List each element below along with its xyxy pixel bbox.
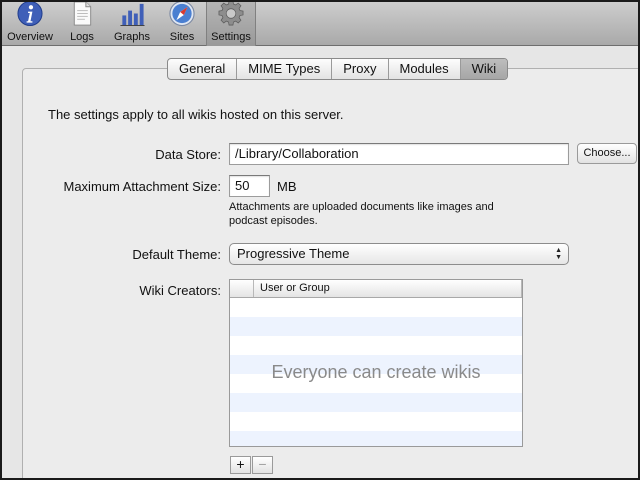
data-store-label: Data Store: <box>155 147 221 162</box>
default-theme-popup[interactable]: Progressive Theme ▲ ▼ <box>229 243 569 265</box>
toolbar-item-settings[interactable]: Settings <box>206 0 256 46</box>
toolbar-label: Settings <box>211 31 251 43</box>
tab-modules[interactable]: Modules <box>389 59 461 79</box>
toolbar-label: Graphs <box>113 31 151 43</box>
tab-mime-types[interactable]: MIME Types <box>237 59 333 79</box>
add-creator-button[interactable]: + <box>230 456 251 474</box>
default-theme-value: Progressive Theme <box>237 246 350 261</box>
document-icon <box>73 1 92 26</box>
toolbar-label: Overview <box>7 31 53 43</box>
table-row <box>230 431 522 446</box>
intro-text: The settings apply to all wikis hosted o… <box>48 107 344 122</box>
attachment-size-label: Maximum Attachment Size: <box>63 179 222 194</box>
toolbar: Overview Logs Graphs Sites Settings <box>0 0 640 46</box>
choose-button[interactable]: Choose... <box>577 143 637 164</box>
tab-proxy[interactable]: Proxy <box>332 59 389 79</box>
toolbar-item-overview[interactable]: Overview <box>4 0 56 46</box>
table-header-checkbox-column <box>230 280 254 297</box>
attachment-unit: MB <box>277 179 297 194</box>
settings-tab-bar: General MIME Types Proxy Modules Wiki <box>167 58 509 80</box>
wiki-creators-table[interactable]: User or Group Everyone can create wikis <box>229 279 523 447</box>
toolbar-item-logs[interactable]: Logs <box>62 0 102 46</box>
toolbar-label: Sites <box>169 31 195 43</box>
toolbar-item-graphs[interactable]: Graphs <box>108 0 156 46</box>
wiki-creators-label: Wiki Creators: <box>139 283 221 298</box>
gear-icon <box>218 0 244 26</box>
tab-wiki[interactable]: Wiki <box>460 59 508 79</box>
table-header-user-or-group[interactable]: User or Group <box>260 281 330 296</box>
toolbar-item-sites[interactable]: Sites <box>160 0 204 46</box>
data-store-field[interactable]: /Library/Collaboration <box>229 143 569 165</box>
empty-table-message: Everyone can create wikis <box>271 362 481 382</box>
tab-general[interactable]: General <box>168 59 238 79</box>
toolbar-label: Logs <box>70 31 94 43</box>
table-row <box>230 317 522 336</box>
attachment-help-text: Attachments are uploaded documents like … <box>229 201 494 227</box>
table-row <box>230 393 522 412</box>
default-theme-label: Default Theme: <box>132 247 221 262</box>
remove-creator-button[interactable]: − <box>252 456 273 474</box>
bar-graph-icon <box>120 3 145 27</box>
compass-icon <box>169 0 195 27</box>
attachment-size-field[interactable]: 50 <box>229 175 270 197</box>
table-header: User or Group <box>230 280 522 298</box>
table-header-divider <box>521 280 522 297</box>
popup-arrows-icon: ▲ ▼ <box>555 247 562 261</box>
info-icon <box>17 0 43 27</box>
